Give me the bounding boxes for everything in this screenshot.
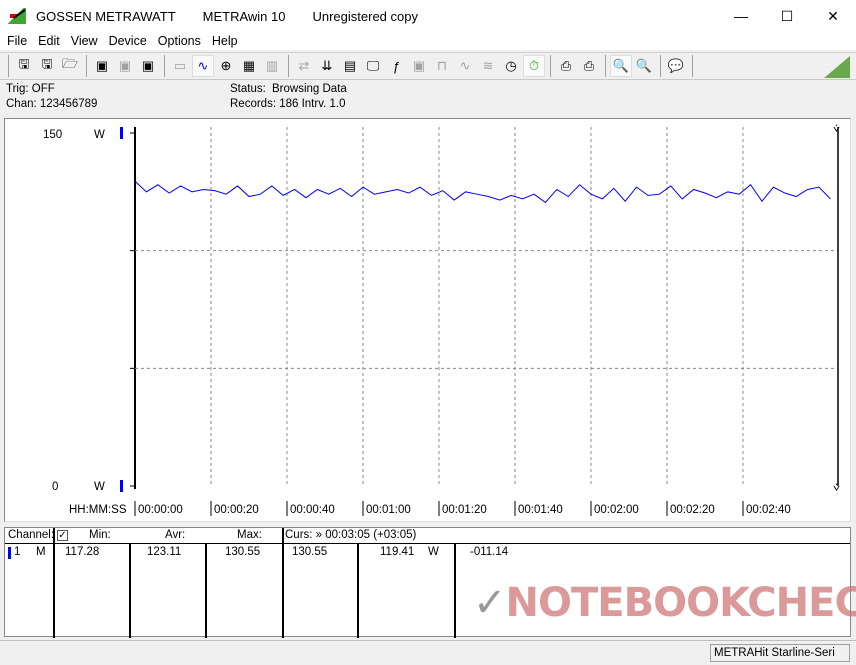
table-icon[interactable]: ▦: [238, 55, 260, 77]
status-label: Status:: [230, 83, 266, 95]
bar-view-icon[interactable]: ▥: [261, 55, 283, 77]
y-max-marker[interactable]: [120, 127, 123, 139]
zoom-peak-icon[interactable]: 🔍: [633, 55, 655, 77]
row-max: 130.55: [225, 546, 261, 558]
device-memory-icon[interactable]: ▣: [137, 55, 159, 77]
download-icon[interactable]: ⇊: [316, 55, 338, 77]
stopwatch-icon[interactable]: ⏱: [523, 55, 545, 77]
device-status: METRAHit Starline-Seri: [710, 644, 850, 662]
transfer-icon[interactable]: ⇄: [293, 55, 315, 77]
cursor-top-marker-icon[interactable]: ⩒: [833, 123, 840, 135]
y-max-unit: W: [94, 129, 105, 141]
license-title: Unregistered copy: [312, 8, 418, 24]
open-icon[interactable]: 🗁: [59, 55, 81, 77]
wave-disabled-icon[interactable]: ∿: [454, 55, 476, 77]
brand-title: GOSSEN METRAWATT: [36, 8, 176, 24]
header-channel: Channel:: [8, 529, 55, 541]
row-unit: W: [428, 546, 439, 558]
save-as-icon[interactable]: 🖫: [13, 55, 35, 77]
power-series-line: [134, 180, 831, 204]
comment-icon[interactable]: 💬: [665, 55, 687, 77]
records-info: Records: 186 Intrv. 1.0: [230, 98, 346, 110]
cursor-bottom-marker-icon[interactable]: ⩒: [833, 482, 840, 494]
menu-view[interactable]: View: [71, 34, 98, 48]
chart-svg[interactable]: 150 W 0 W HH:MM:SS 00:00:00 00:00:20 00:00…: [5, 119, 850, 521]
y-min-unit: W: [94, 481, 105, 493]
menu-file[interactable]: File: [7, 34, 27, 48]
device-disabled-icon[interactable]: ▣: [408, 55, 430, 77]
row-delta: -011.14: [470, 546, 509, 558]
display-icon[interactable]: ▭: [169, 55, 191, 77]
monitor-icon[interactable]: 🖵: [362, 55, 384, 77]
status-triangle-icon: [824, 56, 850, 78]
row-cursor-max: 130.55: [292, 546, 328, 558]
toolbar: 🖫 🖫 🗁 ▣ ▣ ▣ ▭ ∿ ⊕ ▦ ▥ ⇄ ⇊ ▤ 🖵 ƒ ▣ ⊓ ∿ ≋ …: [0, 52, 856, 80]
close-button[interactable]: ✕: [810, 0, 856, 32]
x-tick-label: 00:00:00: [138, 504, 183, 516]
header-avr: Avr:: [165, 529, 186, 541]
menu-options[interactable]: Options: [158, 34, 201, 48]
row-min: 117.28: [65, 546, 100, 558]
print-icon[interactable]: ⎙: [555, 55, 577, 77]
x-tick-label: 00:02:20: [670, 504, 715, 516]
app-logo-icon: [8, 8, 26, 24]
header-min: Min:: [89, 529, 111, 541]
minimize-button[interactable]: —: [718, 0, 764, 32]
row-cursor-value: 119.41: [380, 546, 415, 558]
device-read-icon[interactable]: ▣: [91, 55, 113, 77]
x-axis-label: HH:MM:SS: [69, 504, 127, 516]
channel-color-marker: [8, 547, 11, 559]
menu-bar: File Edit View Device Options Help: [0, 32, 856, 50]
x-tick-label: 00:02:40: [746, 504, 791, 516]
row-avr: 123.11: [147, 546, 182, 558]
save-icon[interactable]: 🖫: [36, 55, 58, 77]
status-value: Browsing Data: [272, 83, 347, 95]
y-min-label: 0: [52, 481, 58, 493]
printer-icon[interactable]: ⎙: [578, 55, 600, 77]
clock-icon[interactable]: ◷: [500, 55, 522, 77]
function-icon[interactable]: ƒ: [385, 55, 407, 77]
chart-panel[interactable]: 150 W 0 W HH:MM:SS 00:00:00 00:00:20 00:00…: [4, 118, 851, 522]
y-max-label: 150: [43, 129, 62, 141]
row-mode: M: [36, 546, 46, 558]
x-tick-label: 00:01:00: [366, 504, 411, 516]
maximize-button[interactable]: ☐: [764, 0, 810, 32]
trigger-icon[interactable]: ⊓: [431, 55, 453, 77]
zoom-wave-icon[interactable]: 🔍: [610, 55, 632, 77]
x-tick-label: 00:01:20: [442, 504, 487, 516]
menu-help[interactable]: Help: [212, 34, 238, 48]
y-min-marker[interactable]: [120, 480, 123, 492]
waveform-icon[interactable]: ∿: [192, 55, 214, 77]
notebookcheck-watermark: ✓NOTEBOOKCHECK: [473, 580, 856, 626]
status-bar: METRAHit Starline-Seri: [0, 640, 856, 662]
x-tick-label: 00:01:40: [518, 504, 563, 516]
info-panel: Trig: OFF Chan: 123456789 Status: Browsi…: [0, 82, 856, 114]
x-tick-label: 00:00:20: [214, 504, 259, 516]
multi-wave-icon[interactable]: ≋: [477, 55, 499, 77]
row-channel: 1: [14, 546, 21, 558]
header-cursor: Curs: » 00:03:05 (+03:05): [285, 529, 417, 541]
channel-list: Chan: 123456789: [6, 98, 98, 110]
x-tick-label: 00:02:00: [594, 504, 639, 516]
device-read-disabled-icon[interactable]: ▣: [114, 55, 136, 77]
header-max: Max:: [237, 529, 262, 541]
menu-device[interactable]: Device: [109, 34, 147, 48]
title-bar: GOSSEN METRAWATT METRAwin 10 Unregistere…: [0, 0, 856, 32]
menu-edit[interactable]: Edit: [38, 34, 60, 48]
channel-checkbox[interactable]: ✓: [57, 530, 68, 541]
x-tick-label: 00:00:40: [290, 504, 335, 516]
trigger-status: Trig: OFF: [6, 83, 55, 95]
app-title: METRAwin 10: [202, 8, 286, 24]
logger-icon[interactable]: ▤: [339, 55, 361, 77]
crosshair-icon[interactable]: ⊕: [215, 55, 237, 77]
